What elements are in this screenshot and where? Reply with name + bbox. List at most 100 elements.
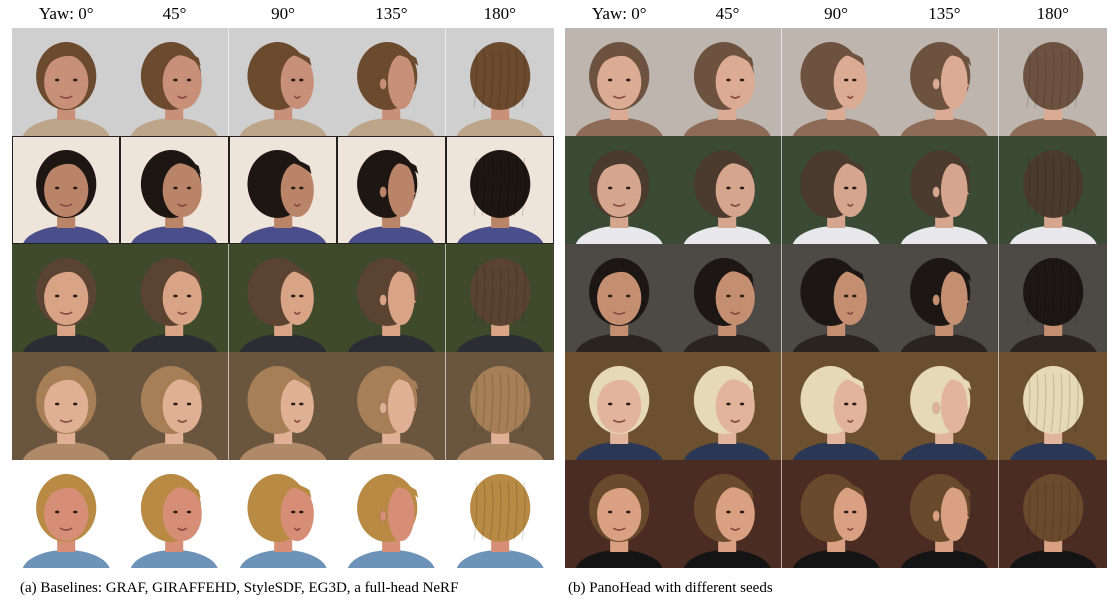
head-render-image [337,28,446,136]
head-render-image [337,352,446,460]
head-render-image [565,244,674,352]
face-render-r1-c3 [781,28,891,136]
head-render-image [890,244,999,352]
face-render-r1-c4 [337,28,446,136]
head-render-image [228,244,338,352]
face-render-r5-c1 [12,460,121,568]
head-render-image [998,136,1107,244]
face-render-r5-c5 [445,460,554,568]
face-render-r4-c4 [890,352,999,460]
head-render-image [565,28,674,136]
head-render-image [673,136,782,244]
head-render-image [120,244,229,352]
head-render-image [12,352,121,460]
face-render-r4-c1 [12,352,121,460]
head-render-image [445,460,554,568]
head-render-image [120,460,229,568]
head-render-image [890,136,999,244]
head-render-image [12,28,121,136]
yaw-header-90: 90° [271,4,295,23]
head-render-image [890,28,999,136]
panohead-panel: Yaw: 0° 45° 90° 135° 180° [565,0,1107,568]
head-render-image [337,460,446,568]
head-render-image [445,352,554,460]
yaw-header-0: Yaw: 0° [591,4,647,23]
face-render-r2-c2 [120,136,229,244]
face-render-r2-c5 [998,136,1107,244]
yaw-header-row: Yaw: 0° 45° 90° 135° 180° [565,0,1107,28]
head-render-image [998,352,1107,460]
face-render-r3-c5 [445,244,554,352]
yaw-header-90: 90° [824,4,848,23]
face-render-r5-c2 [673,460,782,568]
head-render-image [565,352,674,460]
yaw-header-135: 135° [375,4,408,23]
head-render-image [998,460,1107,568]
head-render-image [565,460,674,568]
face-render-r3-c2 [120,244,229,352]
head-render-image [12,136,121,244]
face-render-r2-c4 [337,136,446,244]
face-render-r3-c4 [337,244,446,352]
face-render-r1-c2 [120,28,229,136]
head-render-image [673,28,782,136]
baselines-image-grid [12,28,554,568]
head-render-image [998,28,1107,136]
head-render-image [337,136,446,244]
head-render-image [120,352,229,460]
head-render-image [445,28,554,136]
head-render-image [781,460,891,568]
head-render-image [445,244,554,352]
head-render-image [890,460,999,568]
baselines-panel: Yaw: 0° 45° 90° 135° 180° [12,0,554,568]
face-render-r3-c3 [781,244,891,352]
face-render-r5-c4 [337,460,446,568]
head-render-image [445,136,554,244]
panohead-caption: (b) PanoHead with different seeds [568,580,773,596]
head-render-image [228,136,338,244]
head-render-image [673,244,782,352]
yaw-header-45: 45° [162,4,187,23]
head-render-image [781,244,891,352]
head-render-image [781,352,891,460]
face-render-r3-c1 [565,244,674,352]
head-render-image [781,136,891,244]
face-render-r2-c3 [228,136,338,244]
face-render-r2-c5 [445,136,554,244]
head-render-image [12,460,121,568]
face-render-r1-c5 [998,28,1107,136]
face-render-r3-c5 [998,244,1107,352]
face-render-r2-c1 [565,136,674,244]
face-render-r4-c4 [337,352,446,460]
face-render-r2-c3 [781,136,891,244]
face-render-r4-c3 [781,352,891,460]
baselines-caption: (a) Baselines: GRAF, GIRAFFEHD, StyleSDF… [20,580,459,596]
head-render-image [673,460,782,568]
head-render-image [337,244,446,352]
face-render-r4-c2 [673,352,782,460]
panohead-image-grid [565,28,1107,568]
head-render-image [228,28,338,136]
face-render-r1-c1 [12,28,121,136]
head-render-image [120,136,229,244]
face-render-r5-c4 [890,460,999,568]
yaw-header-0: Yaw: 0° [38,4,94,23]
head-render-image [120,28,229,136]
face-render-r3-c4 [890,244,999,352]
face-render-r5-c3 [781,460,891,568]
face-render-r5-c3 [228,460,338,568]
face-render-r5-c2 [120,460,229,568]
head-render-image [890,352,999,460]
face-render-r1-c1 [565,28,674,136]
head-render-image [228,352,338,460]
yaw-header-45: 45° [715,4,740,23]
face-render-r4-c2 [120,352,229,460]
head-render-image [781,28,891,136]
face-render-r5-c1 [565,460,674,568]
yaw-header-180: 180° [483,4,516,23]
face-render-r2-c1 [12,136,121,244]
head-render-image [228,460,338,568]
face-render-r2-c2 [673,136,782,244]
face-render-r3-c1 [12,244,121,352]
face-render-r4-c5 [445,352,554,460]
